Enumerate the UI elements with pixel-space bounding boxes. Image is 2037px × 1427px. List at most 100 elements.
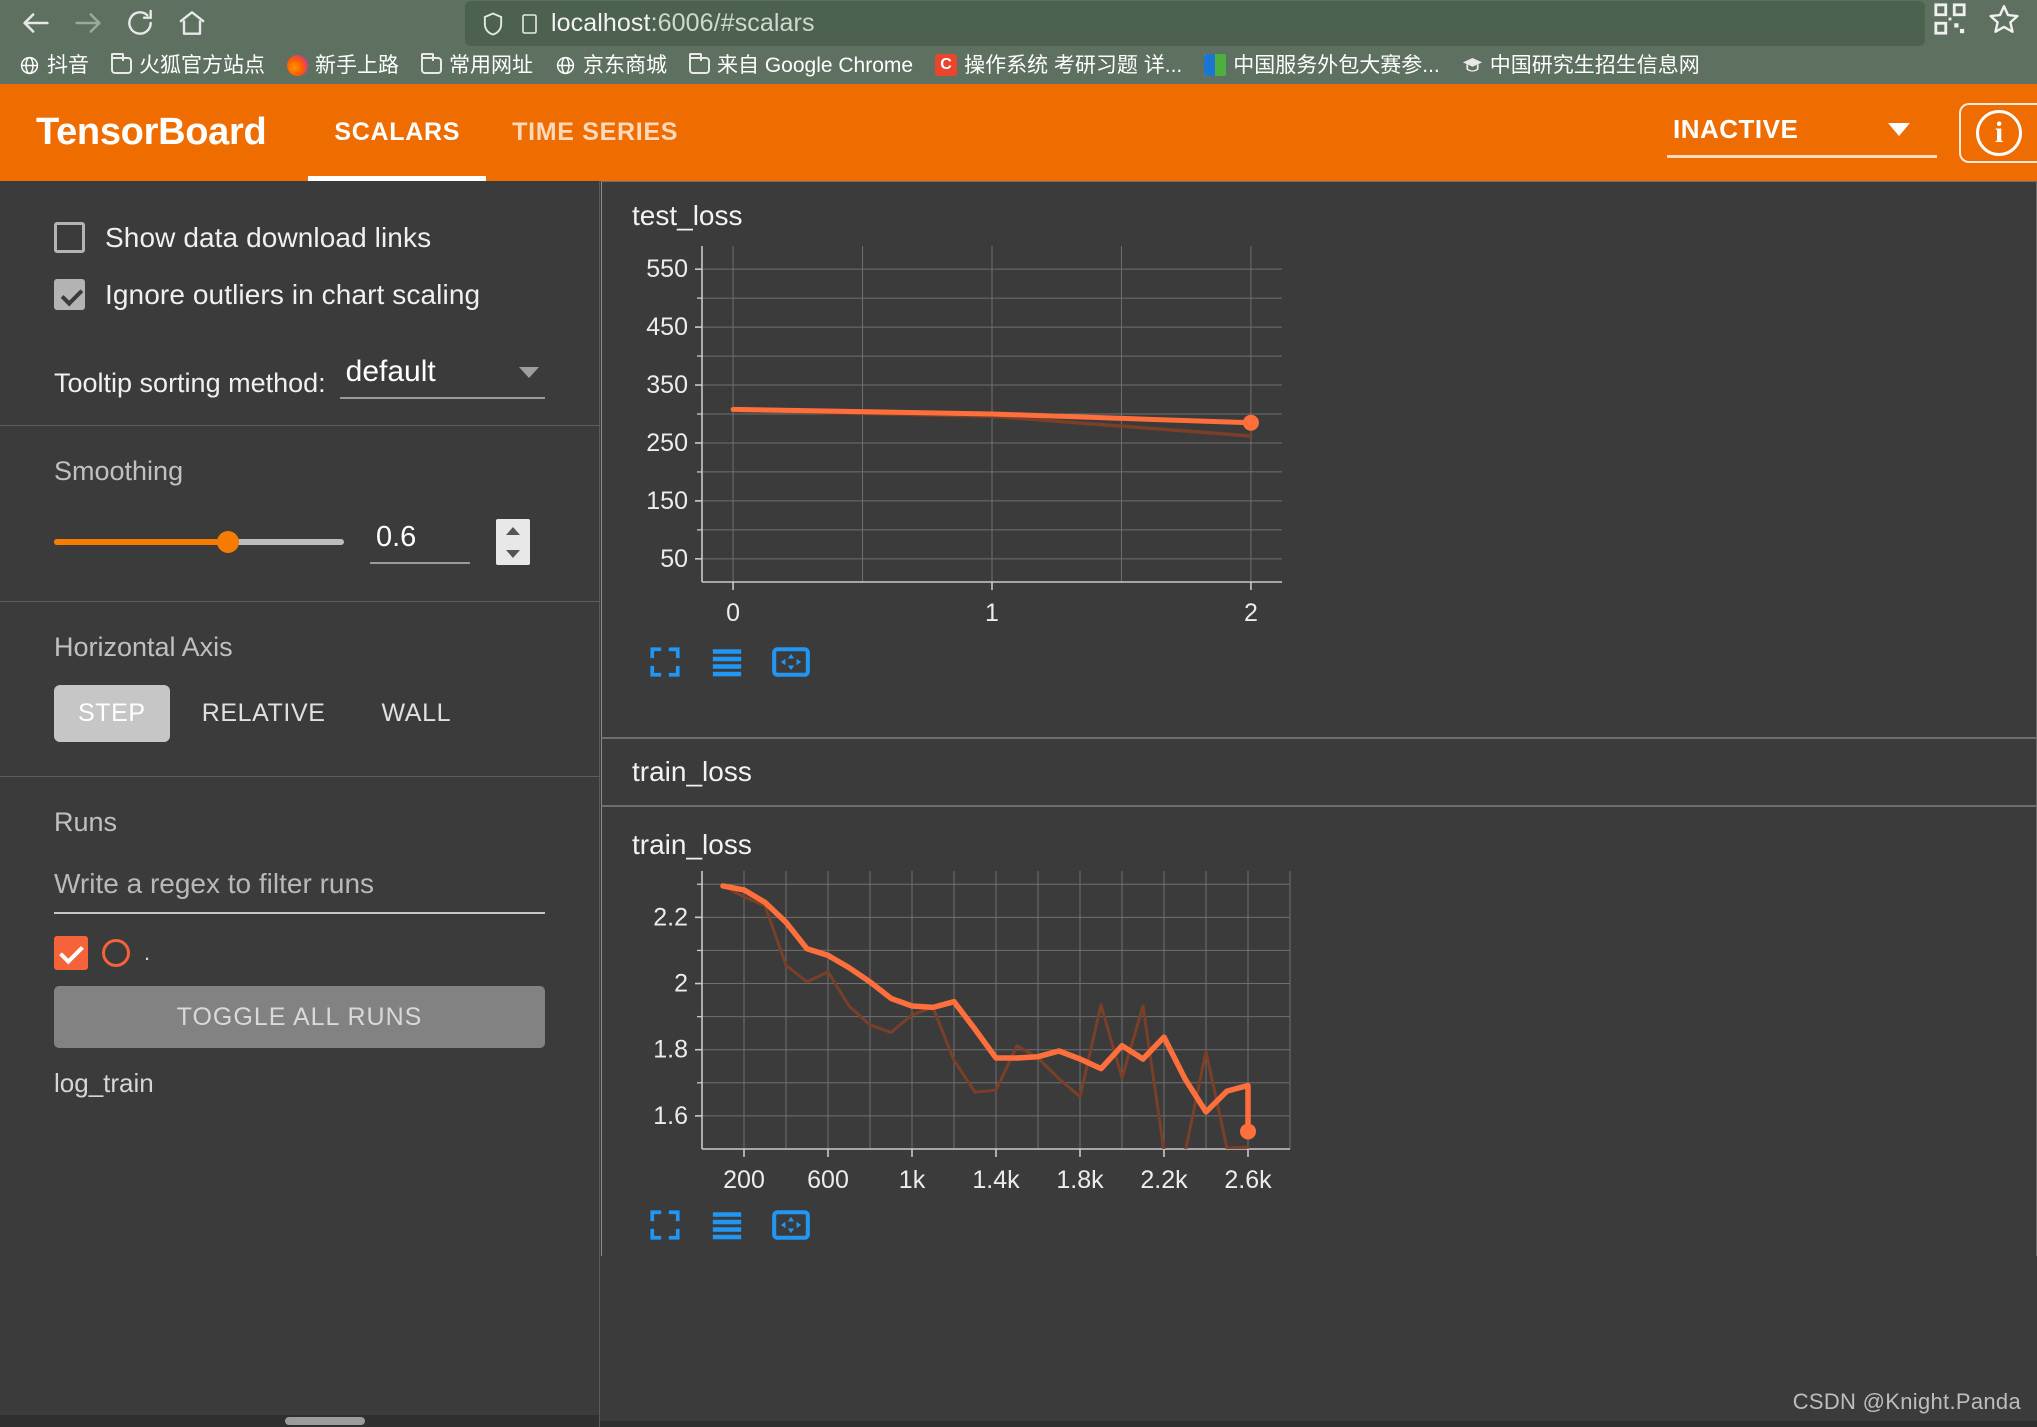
divider	[0, 425, 599, 426]
reload-icon[interactable]	[114, 2, 166, 44]
back-arrow-icon[interactable]	[10, 2, 62, 44]
smoothing-slider[interactable]	[54, 531, 344, 553]
sidebar-top-section: Show data download links Ignore outliers…	[0, 209, 599, 403]
divider	[0, 601, 599, 602]
bookmark-item[interactable]: 京东商城	[544, 48, 678, 82]
page-icon	[522, 13, 537, 34]
data-table-icon[interactable]	[710, 1210, 744, 1245]
axis-option-wall[interactable]: WALL	[358, 685, 476, 742]
bookmark-label: 抖音	[47, 53, 89, 77]
runs-section: Runs Write a regex to filter runs . TOGG…	[0, 807, 599, 1099]
tab-scalars[interactable]: SCALARS	[308, 84, 486, 181]
svg-text:200: 200	[723, 1166, 765, 1194]
globe-icon	[555, 55, 576, 76]
bookmark-item[interactable]: 新手上路	[276, 48, 410, 82]
svg-text:450: 450	[646, 313, 688, 341]
horizontal-axis-section: Horizontal Axis STEP RELATIVE WALL	[0, 632, 599, 742]
app-title: TensorBoard	[36, 111, 267, 153]
sidebar-horizontal-scrollbar[interactable]	[0, 1415, 599, 1427]
firefox-icon	[287, 54, 308, 76]
bookmark-item[interactable]: 中国服务外包大赛参...	[1193, 48, 1451, 82]
svg-text:0: 0	[726, 599, 740, 627]
folder-icon	[111, 52, 132, 74]
checkbox-box[interactable]	[54, 222, 85, 253]
pan-icon[interactable]	[772, 647, 810, 682]
chart-card-train-loss: train_loss 2.2 2 1.8 1.6 200 600 1k 1.4k 1.8k 2.2…	[601, 806, 2037, 1256]
svg-text:550: 550	[646, 255, 688, 283]
scrollbar-thumb[interactable]	[285, 1417, 365, 1425]
chart-toolbar	[602, 637, 2036, 694]
tooltip-sorting-select[interactable]: default	[339, 355, 545, 399]
info-button[interactable]: i	[1959, 102, 2037, 163]
checkbox-ignore-outliers[interactable]: Ignore outliers in chart scaling	[54, 266, 545, 323]
data-table-icon[interactable]	[710, 647, 744, 682]
slider-thumb[interactable]	[217, 531, 239, 553]
chart-card-test-loss: test_loss 550 450 350 250 150 50 0 1 2	[601, 181, 2037, 738]
main-tabs: SCALARS TIME SERIES	[308, 84, 704, 181]
smoothing-stepper[interactable]	[496, 519, 530, 565]
chart-group-header[interactable]: train_loss	[601, 738, 2037, 806]
bookmark-item[interactable]: 来自 Google Chrome	[678, 48, 924, 82]
bookmark-star-icon[interactable]	[1987, 2, 2021, 41]
chevron-down-icon	[519, 366, 539, 378]
checkbox-show-download-links[interactable]: Show data download links	[54, 209, 545, 266]
folder-icon	[689, 52, 710, 74]
smoothing-input[interactable]: 0.6	[370, 521, 470, 564]
run-status-dropdown[interactable]: INACTIVE	[1667, 108, 1937, 158]
svg-text:2: 2	[674, 970, 688, 998]
checkbox-box[interactable]	[54, 279, 85, 310]
fullscreen-icon[interactable]	[648, 1208, 682, 1247]
checkbox-label: Show data download links	[105, 221, 432, 253]
forward-arrow-icon[interactable]	[62, 2, 114, 44]
chart-test-loss-svg[interactable]: 550 450 350 250 150 50 0 1 2	[610, 232, 1310, 632]
bookmark-label: 常用网址	[449, 53, 533, 77]
divider	[0, 776, 599, 777]
runs-filter-input[interactable]: Write a regex to filter runs	[54, 868, 545, 914]
tooltip-sorting-label: Tooltip sorting method:	[54, 368, 326, 398]
contest-icon	[1204, 54, 1227, 76]
shield-icon	[483, 11, 503, 35]
axis-option-step[interactable]: STEP	[54, 685, 170, 742]
info-icon: i	[1976, 109, 2022, 156]
bookmark-label: 中国服务外包大赛参...	[1233, 53, 1440, 77]
bookmark-item[interactable]: C 操作系统 考研习题 详...	[924, 48, 1193, 82]
stepper-down-icon[interactable]	[506, 549, 520, 558]
stepper-up-icon[interactable]	[506, 526, 520, 535]
url-text: localhost:6006/#scalars	[551, 9, 815, 37]
home-icon[interactable]	[166, 2, 218, 44]
svg-text:2: 2	[1244, 599, 1258, 627]
bookmark-label: 京东商城	[583, 53, 667, 77]
toggle-all-runs-button[interactable]: TOGGLE ALL RUNS	[54, 986, 545, 1048]
tooltip-sorting-value: default	[345, 355, 436, 388]
app-body: Show data download links Ignore outliers…	[0, 181, 2037, 1427]
qr-code-icon[interactable]	[1933, 2, 1967, 41]
chart-title: train_loss	[632, 829, 752, 860]
chart-train-loss[interactable]: 2.2 2 1.8 1.6 200 600 1k 1.4k 1.8k 2.2k 2.6k	[602, 861, 2036, 1206]
chart-test-loss[interactable]: 550 450 350 250 150 50 0 1 2	[602, 232, 2036, 637]
horizontal-axis-options: STEP RELATIVE WALL	[54, 685, 545, 742]
run-checkbox[interactable]	[54, 936, 88, 970]
axis-option-relative[interactable]: RELATIVE	[178, 685, 350, 742]
svg-text:150: 150	[646, 487, 688, 515]
bookmark-item[interactable]: 中国研究生招生信息网	[1451, 48, 1711, 82]
browser-chrome: localhost:6006/#scalars 抖音 火狐官方站点 新手上路 常…	[0, 0, 2037, 84]
browser-nav-row: localhost:6006/#scalars	[0, 0, 2037, 46]
svg-text:350: 350	[646, 371, 688, 399]
tooltip-sorting-row: Tooltip sorting method: default	[54, 355, 545, 403]
chart-train-loss-svg[interactable]: 2.2 2 1.8 1.6 200 600 1k 1.4k 1.8k 2.2k 2.6k	[610, 861, 1310, 1201]
url-bar[interactable]: localhost:6006/#scalars	[465, 1, 1925, 46]
bookmark-item[interactable]: 常用网址	[410, 48, 544, 82]
bookmark-item[interactable]: 抖音	[8, 48, 100, 82]
fullscreen-icon[interactable]	[648, 645, 682, 684]
bookmark-item[interactable]: 火狐官方站点	[100, 48, 276, 82]
svg-text:1.8k: 1.8k	[1056, 1166, 1104, 1194]
tab-time-series[interactable]: TIME SERIES	[486, 84, 704, 181]
browser-right-icons	[1933, 2, 2021, 41]
watermark: CSDN @Knight.Panda	[1792, 1389, 2021, 1414]
svg-text:1.4k: 1.4k	[972, 1166, 1020, 1194]
pan-icon[interactable]	[772, 1210, 810, 1245]
slider-fill	[54, 539, 228, 545]
checkbox-label: Ignore outliers in chart scaling	[105, 278, 481, 310]
settings-sidebar: Show data download links Ignore outliers…	[0, 181, 600, 1427]
header-right: INACTIVE i	[1667, 84, 2037, 181]
